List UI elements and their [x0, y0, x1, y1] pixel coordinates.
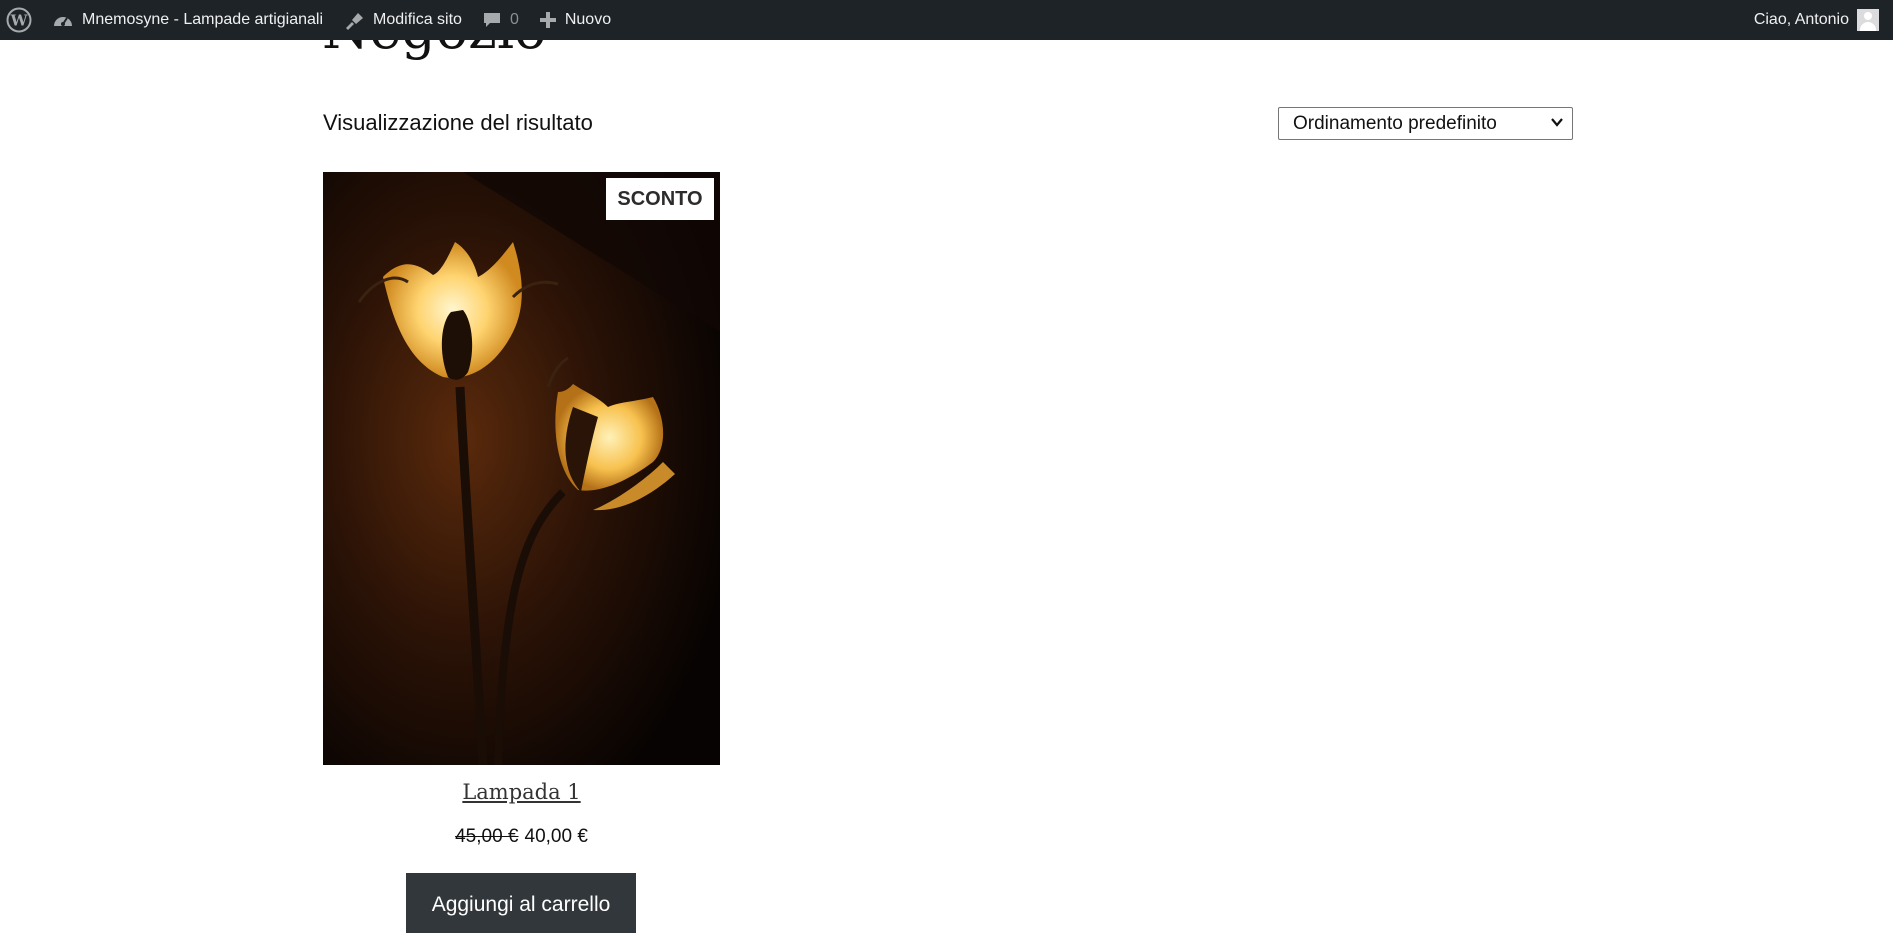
new-label: Nuovo: [564, 11, 612, 28]
user-avatar-icon: [1857, 9, 1879, 31]
dashboard-icon: [52, 10, 74, 30]
admin-bar: W Mnemosyne - Lampade artigianali Modifi…: [0, 0, 1893, 40]
add-to-cart-button[interactable]: Aggiungi al carrello: [406, 873, 636, 933]
result-count: Visualizzazione del risultato: [323, 110, 593, 135]
product-image[interactable]: SCONTO: [323, 172, 720, 765]
wordpress-logo-menu[interactable]: W: [0, 0, 42, 40]
edit-site-menu[interactable]: Modifica sito: [333, 0, 472, 40]
comments-count: 0: [509, 11, 519, 28]
new-content-menu[interactable]: Nuovo: [529, 0, 621, 40]
svg-text:W: W: [10, 12, 29, 30]
product-price: 45,00 €40,00 €: [323, 826, 720, 848]
my-account-menu[interactable]: Ciao, Antonio: [1744, 0, 1893, 40]
sale-badge: SCONTO: [606, 178, 714, 220]
paintbrush-icon: [343, 10, 365, 30]
ordering-select[interactable]: Ordinamento predefinito: [1278, 107, 1573, 140]
comment-bubble-icon: [482, 10, 502, 30]
product-card: SCONTO Lampada 1 45,00 €40,00 € Aggiungi…: [323, 172, 720, 933]
product-title-link[interactable]: Lampada 1: [323, 780, 720, 804]
site-name-label: Mnemosyne - Lampade artigianali: [82, 11, 324, 28]
site-name-menu[interactable]: Mnemosyne - Lampade artigianali: [42, 0, 333, 40]
comments-menu[interactable]: 0: [472, 0, 529, 40]
wordpress-logo-icon: W: [6, 7, 32, 33]
edit-site-label: Modifica sito: [373, 11, 462, 28]
price-sale: 40,00 €: [524, 826, 588, 847]
chevron-down-icon: [1550, 113, 1564, 135]
account-greeting: Ciao, Antonio: [1753, 11, 1849, 28]
ordering-selected-value: Ordinamento predefinito: [1293, 112, 1497, 134]
price-regular: 45,00 €: [455, 826, 519, 847]
plus-icon: [539, 11, 557, 29]
